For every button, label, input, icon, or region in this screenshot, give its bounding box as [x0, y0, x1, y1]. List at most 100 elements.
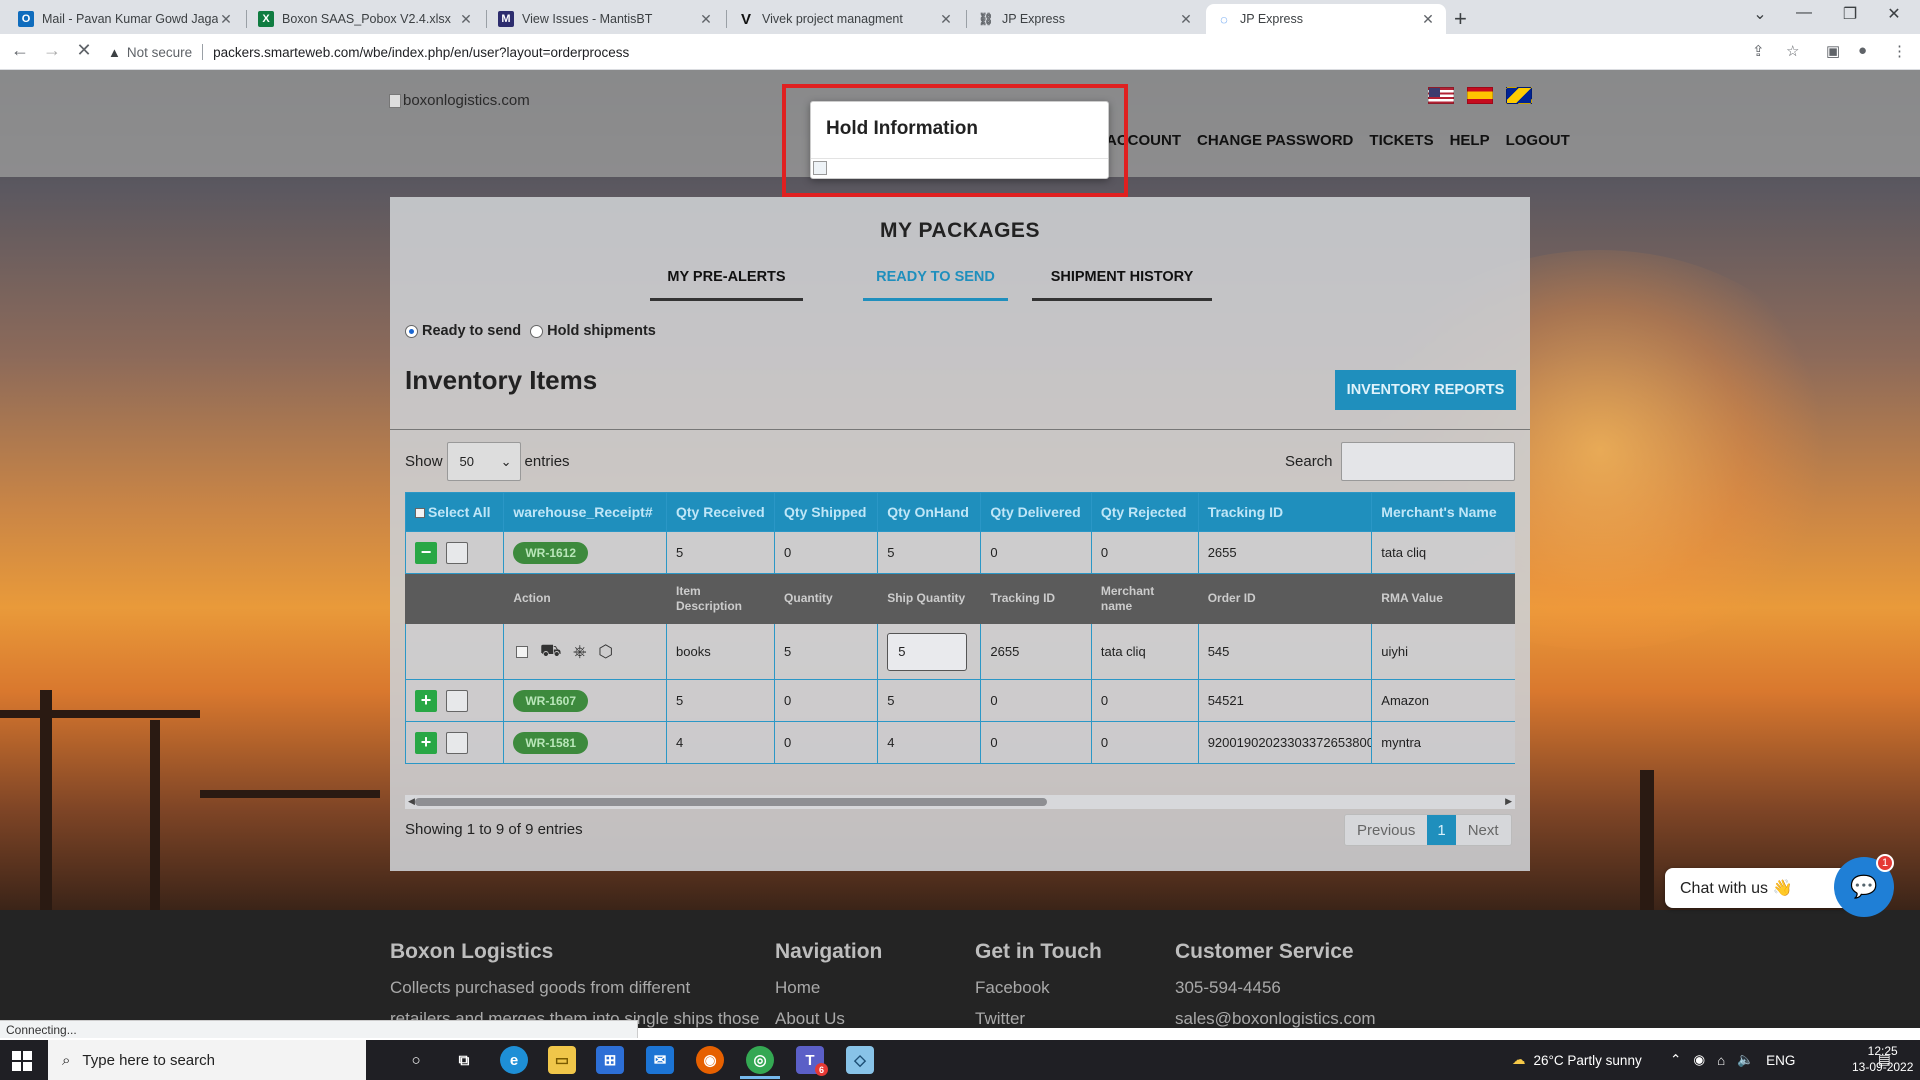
close-tab-icon[interactable]: ✕ [1420, 11, 1436, 28]
nav-change-password[interactable]: CHANGE PASSWORD [1197, 132, 1353, 149]
taskbar-search[interactable]: ⌕ Type here to search [48, 1040, 366, 1080]
tray-chevron-icon[interactable]: ⌃ [1670, 1052, 1681, 1068]
col-select-all[interactable]: Select All [405, 492, 505, 532]
close-tab-icon[interactable]: ✕ [1178, 11, 1194, 28]
close-tab-icon[interactable]: ✕ [938, 11, 954, 28]
edge-icon[interactable]: e [500, 1046, 528, 1074]
ship-quantity-input[interactable]: 5 [887, 632, 968, 671]
notification-center-icon[interactable]: ▤ [1878, 1040, 1891, 1080]
tab-ready-to-send[interactable]: READY TO SEND [863, 267, 1008, 301]
file-explorer-icon[interactable]: ▭ [548, 1046, 576, 1074]
address-bar[interactable]: ▲ Not secure packers.smarteweb.com/wbe/i… [108, 39, 1798, 65]
truck-icon[interactable]: ⛟ [540, 641, 561, 663]
chat-with-us-button[interactable]: Chat with us 👋 [1665, 868, 1853, 908]
expand-row-button[interactable]: + [415, 689, 437, 712]
inventory-reports-button[interactable]: INVENTORY REPORTS [1335, 370, 1516, 410]
select-all-checkbox[interactable] [415, 508, 425, 519]
side-panel-icon[interactable]: ▣ [1826, 42, 1840, 60]
col-warehouse-receipt[interactable]: warehouse_Receipt# [503, 492, 667, 532]
box-icon[interactable]: ⬡ [598, 642, 613, 662]
tab-search-icon[interactable]: ⌄ [1740, 4, 1780, 24]
weather-widget[interactable]: ☁ 26°C Partly sunny [1512, 1040, 1642, 1080]
nav-logout[interactable]: LOGOUT [1506, 132, 1570, 149]
forward-icon[interactable]: → [40, 40, 64, 61]
teams-icon[interactable]: T6 [796, 1046, 828, 1076]
network-icon[interactable]: ⌂ [1717, 1053, 1725, 1068]
browser-tab-mail[interactable]: O Mail - Pavan Kumar Gowd Jagale ✕ [8, 4, 244, 34]
row-checkbox[interactable] [446, 689, 468, 712]
back-icon[interactable]: ← [8, 40, 32, 61]
language-indicator[interactable]: ENG [1766, 1053, 1795, 1068]
scroll-left-icon[interactable]: ◀ [408, 796, 415, 807]
col-merchant-name[interactable]: Merchant's Name [1371, 492, 1515, 532]
tab-shipment-history[interactable]: SHIPMENT HISTORY [1032, 267, 1212, 301]
row-checkbox[interactable] [446, 731, 468, 754]
chrome-icon[interactable]: ◎ [740, 1046, 780, 1079]
item-checkbox[interactable] [516, 645, 529, 658]
us-flag[interactable] [1428, 87, 1454, 104]
col-qty-shipped[interactable]: Qty Shipped [774, 492, 879, 532]
spain-flag[interactable] [1467, 87, 1493, 104]
radio-hold-shipments[interactable] [530, 324, 544, 338]
browser-tab-excel[interactable]: X Boxon SAAS_Pobox V2.4.xlsx ✕ [248, 4, 484, 34]
new-tab-button[interactable]: + [1454, 6, 1467, 32]
ship-icon[interactable]: ⎈ [573, 642, 587, 662]
volume-icon[interactable]: 🔈 [1737, 1052, 1754, 1068]
col-qty-received[interactable]: Qty Received [665, 492, 776, 532]
browser-tab-mantis[interactable]: M View Issues - MantisBT ✕ [488, 4, 724, 34]
browser-tab-jp-express[interactable]: ⛓ JP Express ✕ [968, 4, 1204, 34]
pagination-page-1[interactable]: 1 [1427, 815, 1456, 845]
bosnia-flag[interactable] [1506, 87, 1532, 104]
wr-badge[interactable]: WR-1612 [513, 541, 589, 564]
browser-tab-jp-express-active[interactable]: ◌ JP Express ✕ [1206, 4, 1446, 34]
search-input[interactable] [1340, 442, 1515, 481]
entries-select[interactable]: 50 ⌄ [446, 442, 521, 481]
stop-loading-icon[interactable]: ✕ [72, 40, 96, 61]
location-icon[interactable]: ◉ [1693, 1052, 1705, 1068]
minimize-icon[interactable]: — [1784, 4, 1824, 22]
col-tracking-id[interactable]: Tracking ID [1197, 492, 1373, 532]
tab-my-pre-alerts[interactable]: MY PRE-ALERTS [650, 267, 803, 301]
collapse-row-button[interactable]: − [415, 541, 437, 564]
nav-help[interactable]: HELP [1450, 132, 1490, 149]
close-window-icon[interactable]: ✕ [1874, 4, 1914, 24]
footer-link-about[interactable]: About Us [775, 1003, 882, 1028]
firefox-icon[interactable]: ◉ [696, 1046, 724, 1074]
cortana-icon[interactable]: ○ [402, 1046, 430, 1074]
table-horizontal-scrollbar[interactable]: ◀ ▶ [405, 795, 1515, 809]
row-checkbox[interactable] [446, 541, 468, 564]
footer-link-home[interactable]: Home [775, 972, 882, 1003]
restore-icon[interactable]: ❐ [1830, 4, 1870, 24]
footer-link-facebook[interactable]: Facebook [975, 972, 1102, 1003]
scroll-right-icon[interactable]: ▶ [1505, 796, 1512, 807]
bookmark-star-icon[interactable]: ☆ [1786, 42, 1799, 60]
browser-tab-vivek[interactable]: V Vivek project managment ✕ [728, 4, 964, 34]
col-qty-delivered[interactable]: Qty Delivered [980, 492, 1092, 532]
expand-row-button[interactable]: + [415, 731, 437, 754]
share-icon[interactable]: ⇪ [1752, 42, 1765, 60]
pagination-next[interactable]: Next [1455, 815, 1511, 845]
site-logo[interactable]: boxonlogistics.com [389, 92, 530, 109]
app-icon[interactable]: ◇ [846, 1046, 874, 1074]
mail-icon[interactable]: ✉ [646, 1046, 674, 1074]
pagination-previous[interactable]: Previous [1345, 815, 1428, 845]
footer-phone[interactable]: 305-594-4456 [1175, 972, 1376, 1003]
task-view-icon[interactable]: ⧉ [450, 1046, 478, 1074]
close-tab-icon[interactable]: ✕ [458, 11, 474, 28]
wr-badge[interactable]: WR-1581 [513, 731, 589, 754]
col-qty-onhand[interactable]: Qty OnHand [877, 492, 982, 532]
close-tab-icon[interactable]: ✕ [698, 11, 714, 28]
footer-email[interactable]: sales@boxonlogistics.com [1175, 1003, 1376, 1028]
wr-badge[interactable]: WR-1607 [513, 689, 589, 712]
footer-link-twitter[interactable]: Twitter [975, 1003, 1102, 1028]
profile-icon[interactable]: ● [1858, 42, 1867, 59]
nav-tickets[interactable]: TICKETS [1369, 132, 1433, 149]
windows-start-icon[interactable] [12, 1051, 32, 1071]
close-tab-icon[interactable]: ✕ [218, 11, 234, 28]
store-icon[interactable]: ⊞ [596, 1046, 624, 1074]
scrollbar-thumb[interactable] [415, 798, 1047, 806]
menu-dots-icon[interactable]: ⋮ [1892, 42, 1907, 60]
footer-service: Customer Service 305-594-4456 sales@boxo… [1175, 940, 1376, 1028]
col-qty-rejected[interactable]: Qty Rejected [1090, 492, 1199, 532]
radio-ready-to-send[interactable] [405, 324, 418, 338]
